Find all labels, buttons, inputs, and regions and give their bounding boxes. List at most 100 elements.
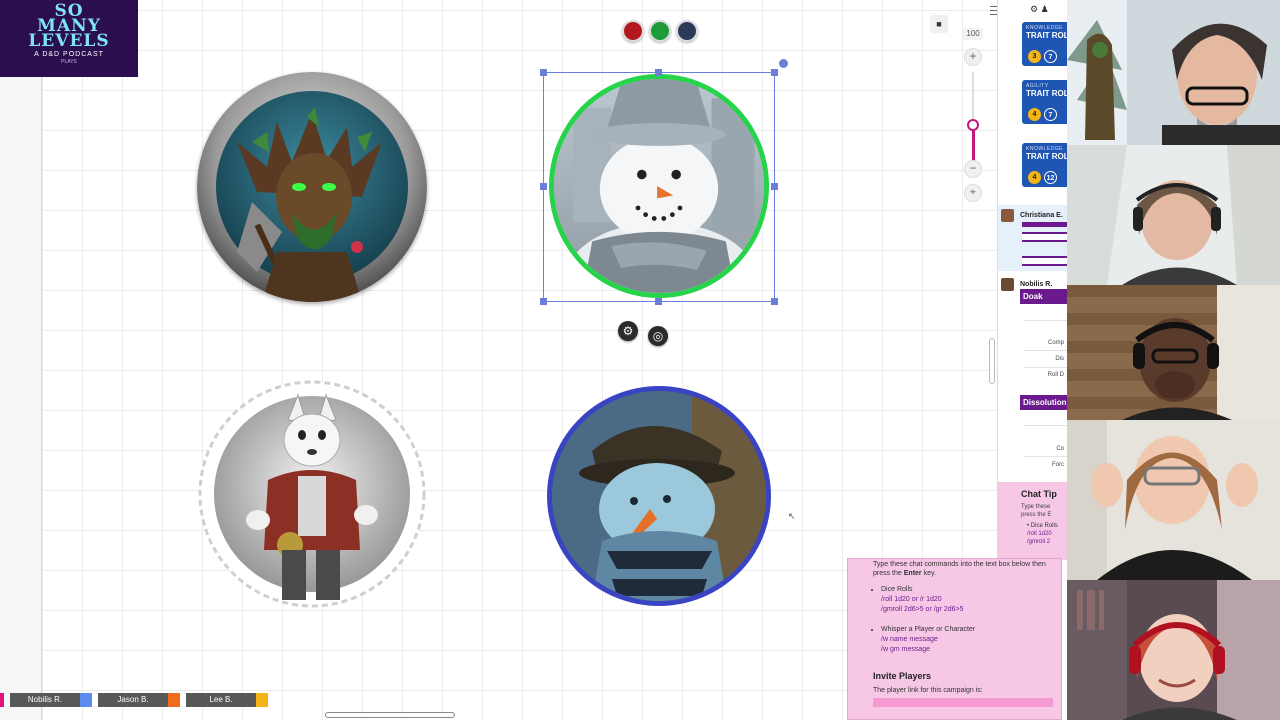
tips-cmd: /gmroll 2d6>5 or /gr 2d6>5 bbox=[881, 606, 964, 613]
vtt-screen: SO MANY LEVELS A D&D PODCAST PLAYS ⚙ ◎ ■… bbox=[0, 0, 1280, 720]
trait-die-2: 7 bbox=[1044, 108, 1057, 121]
chat-roll-bar bbox=[1022, 256, 1067, 266]
trait-roll-title: TRAIT ROL bbox=[1026, 31, 1067, 40]
recenter-crosshair-icon[interactable]: ⌖ bbox=[964, 184, 982, 202]
invite-players-text: The player link for this campaign is: bbox=[873, 687, 983, 694]
chat-tips-cmd: /gmroll 2 bbox=[1027, 539, 1051, 545]
trait-die-2: 12 bbox=[1044, 171, 1057, 184]
resize-handle-tr[interactable] bbox=[771, 69, 778, 76]
player-tag-jason[interactable]: Jason B. bbox=[98, 693, 168, 707]
trait-roll-card-1[interactable]: KNOWLEDGE TRAIT ROL 3 7 bbox=[1022, 22, 1067, 66]
mouse-cursor-icon: ↖ bbox=[788, 511, 796, 521]
chat-tips-cmd: /roll 1d20 bbox=[1027, 531, 1052, 537]
roll-template-header-dissolution: Dissolution bbox=[1020, 395, 1067, 410]
video-tile-2[interactable] bbox=[1067, 145, 1280, 285]
token-treant[interactable] bbox=[197, 72, 427, 302]
color-swatch-green[interactable] bbox=[649, 20, 671, 42]
trait-roll-card-3[interactable]: KNOWLEDGE TRAIT ROL 4 12 bbox=[1022, 143, 1067, 187]
roll-template-header-doak: Doak bbox=[1020, 289, 1067, 304]
trait-die-1: 4 bbox=[1028, 108, 1041, 121]
token-target-icon[interactable]: ◎ bbox=[648, 326, 668, 346]
trait-die-1: 3 bbox=[1028, 50, 1041, 63]
roll-row-label: Forc bbox=[1052, 462, 1064, 468]
roll-row-label: Roll D bbox=[1047, 372, 1064, 378]
video-tile-5[interactable] bbox=[1067, 580, 1280, 720]
tips-whisper: Whisper a Player or Character /w name me… bbox=[881, 625, 1061, 655]
token-fox-bard[interactable] bbox=[198, 380, 426, 608]
tips-cmd: /roll 1d20 or /r 1d20 bbox=[881, 596, 942, 603]
resize-handle-r[interactable] bbox=[771, 183, 778, 190]
trait-roll-sub: AGILITY bbox=[1026, 83, 1049, 89]
chat-tips-sidebar: Chat Tip Type these press the E • Dice Ro… bbox=[997, 482, 1067, 560]
trait-roll-card-2[interactable]: AGILITY TRAIT ROL 4 7 bbox=[1022, 80, 1067, 124]
player-color-lee bbox=[256, 693, 268, 707]
trait-roll-sub: KNOWLEDGE bbox=[1026, 25, 1064, 31]
resize-handle-t[interactable] bbox=[655, 69, 662, 76]
roll-row-label: Comp bbox=[1047, 340, 1064, 346]
left-gutter bbox=[0, 0, 42, 720]
chat-tips-line: Type these bbox=[1021, 504, 1051, 510]
divider bbox=[1024, 320, 1067, 321]
color-swatch-red[interactable] bbox=[622, 20, 644, 42]
trait-roll-sub: KNOWLEDGE bbox=[1026, 146, 1064, 152]
player-tag-nobilis[interactable]: Nobilis R. bbox=[10, 693, 80, 707]
trait-die-1: 4 bbox=[1028, 171, 1041, 184]
divider bbox=[1024, 367, 1067, 368]
resize-handle-l[interactable] bbox=[540, 183, 547, 190]
video-tile-1[interactable] bbox=[1067, 0, 1280, 145]
roll-row-label: Co bbox=[1056, 446, 1064, 452]
chat-roll-bar bbox=[1022, 222, 1067, 227]
color-swatch-navy[interactable] bbox=[676, 20, 698, 42]
avatar-nobilis bbox=[1001, 278, 1014, 291]
divider bbox=[1024, 425, 1067, 426]
menu-icon[interactable] bbox=[990, 6, 997, 15]
player-color-jason bbox=[168, 693, 180, 707]
zoom-level: 100 bbox=[963, 28, 983, 40]
resize-handle-tl[interactable] bbox=[540, 69, 547, 76]
token-snowman-blue[interactable] bbox=[547, 386, 771, 606]
chat-tips-bullet: Dice Rolls bbox=[1030, 523, 1058, 529]
logo-small-text: PLAYS bbox=[61, 59, 77, 65]
tips-intro: Type these chat commands into the text b… bbox=[873, 561, 1046, 577]
chat-tips-line: press the E bbox=[1021, 512, 1052, 518]
video-tile-4[interactable] bbox=[1067, 420, 1280, 580]
treant-portrait bbox=[197, 72, 427, 302]
divider bbox=[1024, 456, 1067, 457]
webcam-feed bbox=[1067, 285, 1280, 420]
tips-cmd: /w gm message bbox=[881, 646, 931, 653]
canvas-vertical-scrollbar[interactable] bbox=[989, 338, 995, 384]
trait-roll-title: TRAIT ROL bbox=[1026, 152, 1067, 161]
tips-cmd: /w name message bbox=[881, 636, 938, 643]
rotate-handle[interactable] bbox=[779, 59, 788, 68]
player-color-marker bbox=[0, 693, 4, 707]
trait-die-2: 7 bbox=[1044, 50, 1057, 63]
trait-roll-title: TRAIT ROL bbox=[1026, 89, 1067, 98]
chat-sender-nobilis: Nobilis R. bbox=[1020, 281, 1053, 288]
video-tile-3[interactable] bbox=[1067, 285, 1280, 420]
zoom-slider-knob[interactable] bbox=[967, 119, 979, 131]
snowman-top-hat-portrait bbox=[552, 391, 766, 601]
selection-box[interactable] bbox=[543, 72, 775, 302]
resize-handle-bl[interactable] bbox=[540, 298, 547, 305]
canvas-horizontal-scrollbar[interactable] bbox=[325, 712, 455, 718]
divider bbox=[1024, 350, 1067, 351]
zoom-in-button[interactable]: + bbox=[964, 48, 982, 66]
player-tag-lee[interactable]: Lee B. bbox=[186, 693, 256, 707]
resize-handle-br[interactable] bbox=[771, 298, 778, 305]
webcam-feed bbox=[1067, 580, 1280, 720]
avatar-christiana bbox=[1001, 209, 1014, 222]
panel-top-icons[interactable]: ⚙ ♟ bbox=[1030, 4, 1049, 15]
podcast-logo: SO MANY LEVELS A D&D PODCAST PLAYS bbox=[0, 0, 138, 77]
token-settings-gear-icon[interactable]: ⚙ bbox=[618, 321, 638, 341]
webcam-feed bbox=[1067, 0, 1280, 145]
webcam-feed bbox=[1067, 145, 1280, 285]
resize-handle-b[interactable] bbox=[655, 298, 662, 305]
logo-line-1: SO MANY LEVELS bbox=[28, 1, 110, 51]
logo-tagline: A D&D PODCAST bbox=[34, 51, 104, 58]
zoom-slider-fill bbox=[972, 126, 975, 162]
invite-link-field[interactable] bbox=[873, 698, 1053, 707]
zoom-out-button[interactable]: − bbox=[964, 160, 982, 178]
lock-icon[interactable]: ■ bbox=[930, 15, 948, 33]
chat-tips-title: Chat Tip bbox=[1021, 489, 1057, 499]
tips-dice-rolls: Dice Rolls /roll 1d20 or /r 1d20 /gmroll… bbox=[881, 585, 1061, 615]
